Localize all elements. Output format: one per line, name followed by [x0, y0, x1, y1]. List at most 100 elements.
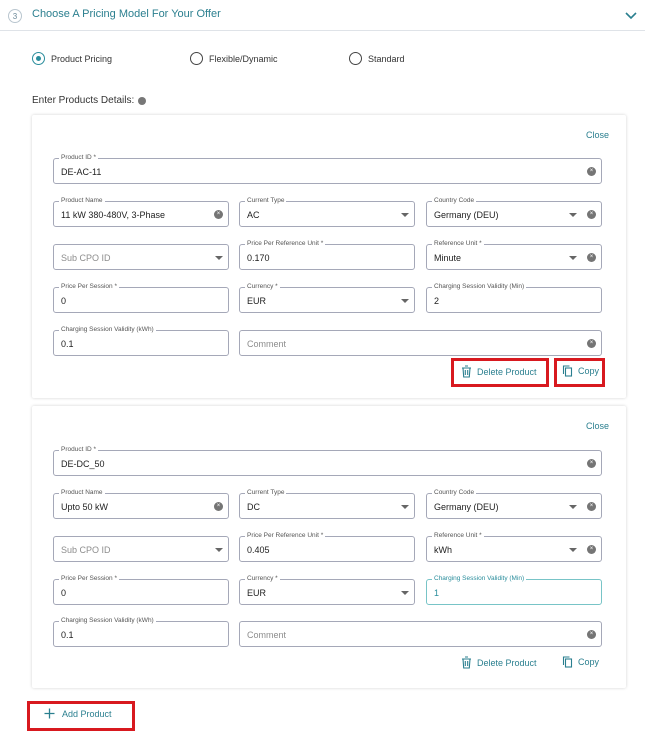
field-value: 0.170 [247, 253, 270, 263]
field-value: Minute [434, 253, 462, 263]
field-label: Price Per Session * [59, 575, 119, 583]
validity-min-field[interactable]: Charging Session Validity (Min) 2 [426, 283, 602, 313]
field-value: kWh [434, 545, 452, 555]
chevron-down-icon[interactable] [215, 548, 223, 552]
info-icon[interactable] [138, 96, 147, 105]
step-header[interactable]: 3 Choose A Pricing Model For Your Offer [0, 0, 645, 31]
delete-product-button[interactable]: Delete Product [461, 365, 537, 378]
delete-product-button[interactable]: Delete Product [461, 656, 537, 669]
field-label: Reference Unit * [432, 240, 484, 248]
current-type-select[interactable]: Current Type AC [239, 197, 415, 227]
clear-icon[interactable]: × [587, 253, 596, 262]
field-value: 1 [434, 588, 440, 598]
field-label: Country Code [432, 197, 477, 205]
reference-unit-select[interactable]: Reference Unit * kWh × [426, 532, 602, 562]
products-section-label: Enter Products Details: [32, 95, 147, 106]
chevron-down-icon[interactable] [401, 591, 409, 595]
current-type-select[interactable]: Current Type DC [239, 489, 415, 519]
button-label: Delete Product [477, 366, 537, 377]
country-code-select[interactable]: Country Code Germany (DEU) × [426, 197, 602, 227]
chevron-down-icon[interactable] [569, 505, 577, 509]
validity-kwh-field[interactable]: Charging Session Validity (kWh) 0.1 [53, 617, 229, 647]
price-per-session-field[interactable]: Price Per Session * 0 [53, 283, 229, 313]
field-label: Product Name [59, 489, 105, 497]
clear-icon[interactable]: × [214, 210, 223, 219]
price-per-session-field[interactable]: Price Per Session * 0 [53, 575, 229, 605]
sub-cpo-id-select[interactable]: Sub CPO ID [53, 536, 229, 562]
field-value: 0 [61, 296, 67, 306]
radio-product-pricing[interactable]: Product Pricing [32, 52, 112, 65]
comment-field[interactable]: Comment × [239, 621, 602, 647]
section-label-text: Enter Products Details: [32, 95, 135, 106]
clear-icon[interactable]: × [587, 210, 596, 219]
button-label: Copy [578, 657, 600, 667]
field-label: Currency * [245, 575, 280, 583]
trash-icon [462, 365, 471, 378]
field-label: Charging Session Validity (kWh) [59, 617, 156, 625]
field-value: EUR [247, 588, 267, 598]
clear-icon[interactable]: × [587, 167, 596, 176]
field-value: 0.1 [61, 339, 74, 349]
field-label: Reference Unit * [432, 532, 484, 540]
field-placeholder: Comment [247, 630, 287, 640]
copy-icon [562, 656, 573, 668]
copy-product-button[interactable]: Copy [562, 365, 599, 377]
currency-select[interactable]: Currency * EUR [239, 283, 415, 313]
close-card-link[interactable]: Close [586, 130, 609, 140]
field-value: EUR [247, 296, 267, 306]
copy-product-button[interactable]: Copy [562, 656, 599, 668]
field-value: DC [247, 502, 260, 512]
chevron-down-icon[interactable] [569, 548, 577, 552]
field-value: Germany (DEU) [434, 210, 499, 220]
radio-flexible-dynamic[interactable]: Flexible/Dynamic [190, 52, 278, 65]
radio-label: Standard [368, 53, 405, 64]
field-value: 11 kW 380-480V, 3-Phase [61, 210, 166, 220]
field-label: Country Code [432, 489, 477, 497]
field-value: Upto 50 kW [61, 502, 109, 512]
radio-selected-icon [32, 52, 45, 65]
chevron-down-icon[interactable] [569, 256, 577, 260]
validity-kwh-field[interactable]: Charging Session Validity (kWh) 0.1 [53, 326, 229, 356]
field-label: Currency * [245, 283, 280, 291]
product-id-field[interactable]: Product ID * DE-DC_50 × [53, 446, 602, 476]
pricing-model-radio-group: Product Pricing Flexible/Dynamic Standar… [0, 52, 654, 68]
product-card: Close Product ID * DE-AC-11 × Product Na… [32, 115, 626, 398]
field-value: 0.1 [61, 630, 74, 640]
field-value: DE-AC-11 [61, 167, 102, 177]
button-label: Copy [578, 366, 600, 376]
product-name-field[interactable]: Product Name 11 kW 380-480V, 3-Phase × [53, 197, 229, 227]
chevron-down-icon[interactable] [215, 256, 223, 260]
sub-cpo-id-select[interactable]: Sub CPO ID [53, 244, 229, 270]
add-product-button[interactable]: Add Product [44, 708, 112, 719]
chevron-down-icon[interactable] [401, 505, 409, 509]
chevron-down-icon[interactable] [569, 213, 577, 217]
field-label: Current Type [245, 197, 287, 205]
clear-icon[interactable]: × [587, 630, 596, 639]
reference-unit-select[interactable]: Reference Unit * Minute × [426, 240, 602, 270]
chevron-down-icon[interactable] [401, 213, 409, 217]
field-value: DE-DC_50 [61, 459, 105, 469]
validity-min-field[interactable]: Charging Session Validity (Min) 1 [426, 575, 602, 605]
field-label: Price Per Session * [59, 283, 119, 291]
clear-icon[interactable]: × [587, 339, 596, 348]
clear-icon[interactable]: × [587, 545, 596, 554]
close-card-link[interactable]: Close [586, 421, 609, 431]
chevron-down-icon[interactable] [624, 10, 638, 22]
product-id-field[interactable]: Product ID * DE-AC-11 × [53, 154, 602, 184]
currency-select[interactable]: Currency * EUR [239, 575, 415, 605]
product-name-field[interactable]: Product Name Upto 50 kW × [53, 489, 229, 519]
radio-unselected-icon [349, 52, 362, 65]
comment-field[interactable]: Comment × [239, 330, 602, 356]
clear-icon[interactable]: × [587, 459, 596, 468]
field-label: Price Per Reference Unit * [245, 532, 326, 540]
step-title: Choose A Pricing Model For Your Offer [32, 8, 221, 20]
country-code-select[interactable]: Country Code Germany (DEU) × [426, 489, 602, 519]
radio-standard[interactable]: Standard [349, 52, 405, 65]
chevron-down-icon[interactable] [401, 299, 409, 303]
clear-icon[interactable]: × [214, 502, 223, 511]
field-value: 0.405 [247, 545, 270, 555]
field-label: Charging Session Validity (Min) [432, 283, 527, 291]
clear-icon[interactable]: × [587, 502, 596, 511]
price-per-unit-field[interactable]: Price Per Reference Unit * 0.405 [239, 532, 415, 562]
price-per-unit-field[interactable]: Price Per Reference Unit * 0.170 [239, 240, 415, 270]
